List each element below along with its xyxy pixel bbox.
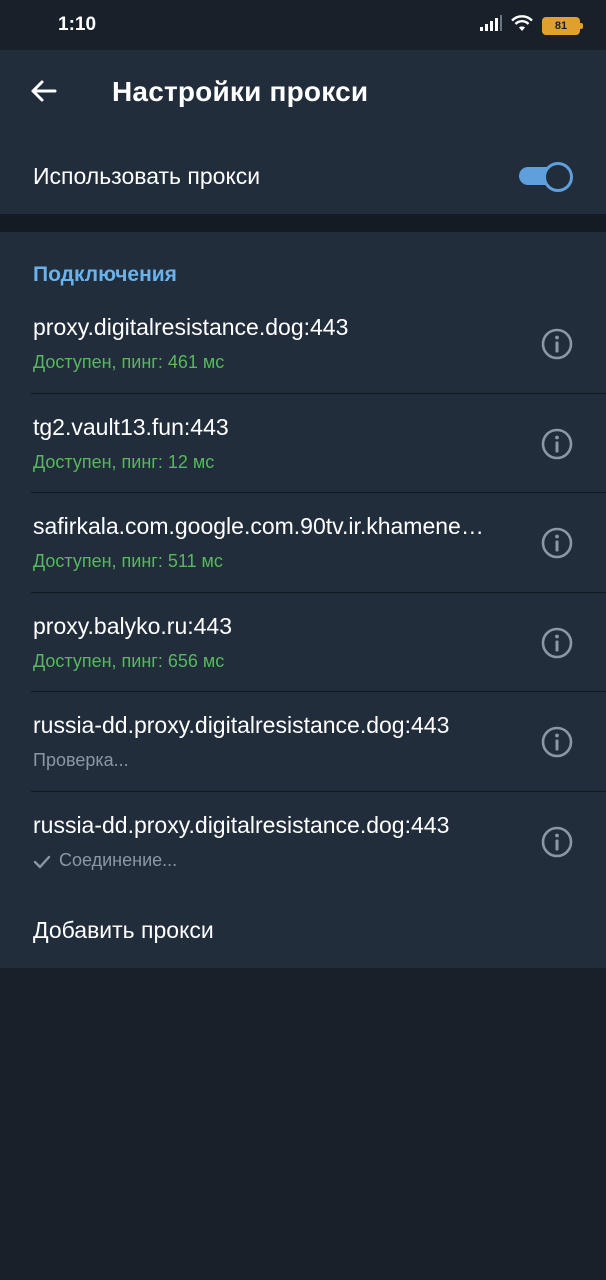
proxy-item[interactable]: tg2.vault13.fun:443 Доступен, пинг: 12 мс xyxy=(0,394,606,494)
connections-section: Подключения proxy.digitalresistance.dog:… xyxy=(0,232,606,968)
proxy-status-text: Доступен, пинг: 12 мс xyxy=(33,451,215,472)
battery-nub xyxy=(580,22,583,29)
info-icon[interactable] xyxy=(540,427,574,461)
proxy-host: safirkala.com.google.com.90tv.ir.khamene… xyxy=(33,513,484,539)
proxy-status-text: Доступен, пинг: 511 мс xyxy=(33,551,223,571)
proxy-item[interactable]: proxy.digitalresistance.dog:443 Доступен,… xyxy=(0,294,606,394)
proxy-item[interactable]: safirkala.com.google.com.90tv.ir.khamene… xyxy=(0,493,606,593)
proxy-status: Доступен, пинг: 656 мс xyxy=(33,651,224,672)
arrow-left-icon xyxy=(29,79,57,108)
proxy-status-text: Доступен, пинг: 461 мс xyxy=(33,352,225,372)
proxy-status: Проверка... xyxy=(33,750,129,771)
proxy-status: Доступен, пинг: 12 мс xyxy=(33,452,214,473)
proxy-host: proxy.balyko.ru:443 xyxy=(33,612,233,639)
use-proxy-label: Использовать прокси xyxy=(33,163,261,189)
proxy-host: russia-dd.proxy.digitalresistance.dog:44… xyxy=(33,811,450,838)
proxy-status: Доступен, пинг: 511 мс xyxy=(33,551,223,572)
proxy-host: proxy.digitalresistance.dog:443 xyxy=(33,314,349,340)
proxy-list: proxy.digitalresistance.dog:443 Доступен,… xyxy=(0,294,606,891)
proxy-status-text: Доступен, пинг: 656 мс xyxy=(33,650,225,671)
info-icon[interactable] xyxy=(540,725,574,759)
use-proxy-toggle[interactable] xyxy=(519,162,573,192)
proxy-host: russia-dd.proxy.digitalresistance.dog:44… xyxy=(33,712,450,738)
page-title: Настройки прокси xyxy=(112,76,369,107)
section-divider xyxy=(0,214,606,232)
battery-level: 81 xyxy=(554,19,568,32)
info-icon[interactable] xyxy=(540,825,574,859)
status-icons: 81 xyxy=(480,14,583,37)
status-time: 1:10 xyxy=(58,14,97,35)
info-icon[interactable] xyxy=(540,526,574,560)
app-bar: Настройки прокси xyxy=(0,50,606,136)
info-icon[interactable] xyxy=(540,327,574,361)
proxy-status: Соединение... xyxy=(33,850,177,871)
signal-icon xyxy=(480,15,502,36)
use-proxy-row[interactable]: Использовать прокси xyxy=(0,136,606,214)
info-icon[interactable] xyxy=(540,626,574,660)
check-icon xyxy=(33,853,51,869)
proxy-status-text: Соединение... xyxy=(59,849,178,870)
add-proxy-button[interactable]: Добавить прокси xyxy=(0,890,606,968)
battery-icon: 81 xyxy=(542,16,583,35)
status-bar: 1:10 81 xyxy=(0,0,606,50)
proxy-item[interactable]: proxy.balyko.ru:443 Доступен, пинг: 656 м… xyxy=(0,593,606,693)
proxy-item[interactable]: russia-dd.proxy.digitalresistance.dog:44… xyxy=(0,792,606,892)
proxy-item[interactable]: russia-dd.proxy.digitalresistance.dog:44… xyxy=(0,692,606,792)
add-proxy-label: Добавить прокси xyxy=(33,917,214,943)
proxy-status: Доступен, пинг: 461 мс xyxy=(33,352,224,373)
toggle-thumb xyxy=(543,162,573,192)
proxy-status-text: Проверка... xyxy=(33,750,129,770)
proxy-host: tg2.vault13.fun:443 xyxy=(33,413,229,440)
connections-header: Подключения xyxy=(33,263,177,286)
wifi-icon xyxy=(510,14,534,37)
back-button[interactable] xyxy=(22,72,64,114)
